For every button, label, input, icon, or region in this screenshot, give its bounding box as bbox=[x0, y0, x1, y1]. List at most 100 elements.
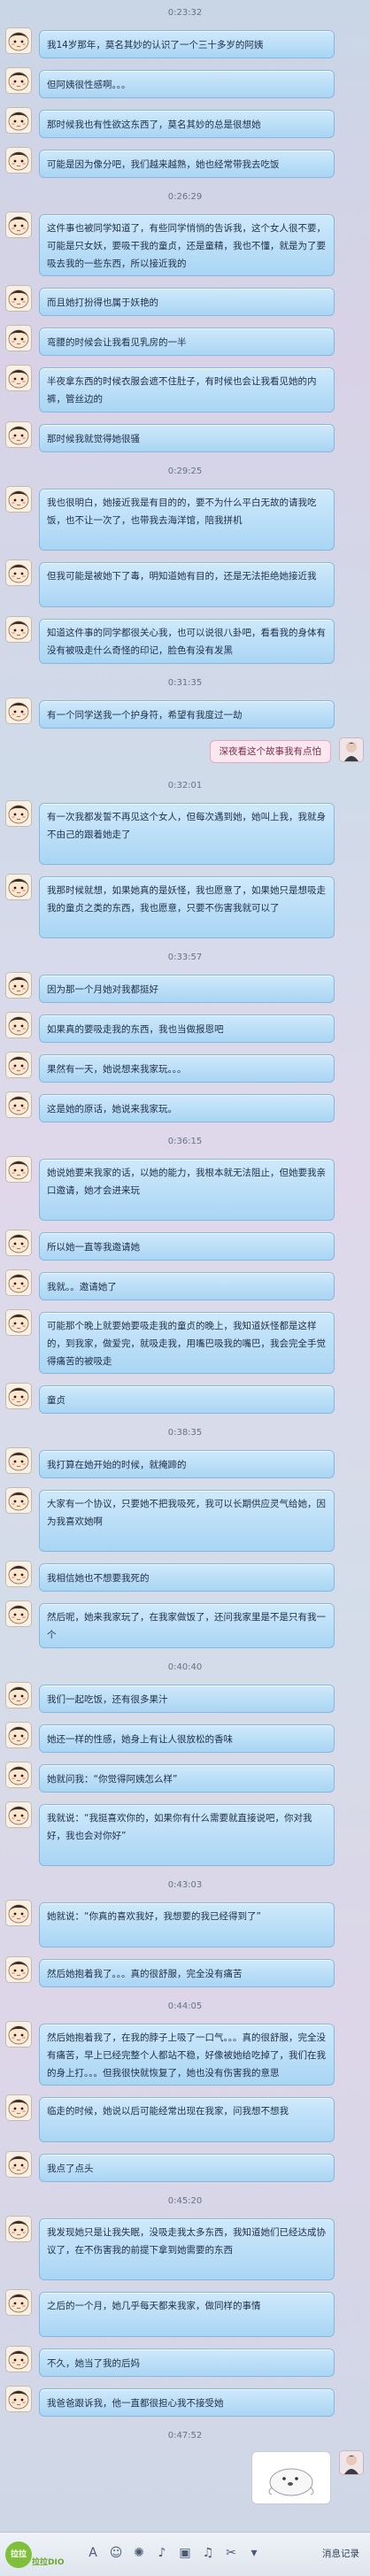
message-row: 半夜拿东西的时候衣服会遮不住肚子，有时候也会让我看见她的内裤，管丝边的 bbox=[0, 366, 370, 416]
message-row: 我也很明白，她接近我是有目的的，要不为什么平白无故的请我吃饭，也不让一次了，也带… bbox=[0, 487, 370, 554]
sender-avatar[interactable] bbox=[6, 1562, 31, 1586]
message-bubble: 可能那个晚上就要她要吸走我的童贞的晚上，我知道妖怪都是这样的，到我家，做爱完，就… bbox=[39, 1312, 335, 1374]
message-bubble: 然后她抱着我了。。。真的很舒服，完全没有痛苦 bbox=[39, 1959, 335, 1987]
message-bubble: 然后呢，她来我家玩了，在我家做饭了，还问我家里是不是只有我一个 bbox=[39, 1603, 335, 1648]
sender-avatar[interactable] bbox=[6, 28, 31, 53]
timestamp: 0:36:15 bbox=[167, 1137, 203, 1146]
sender-avatar[interactable] bbox=[6, 2152, 31, 2177]
sender-avatar[interactable] bbox=[6, 1053, 31, 1077]
sender-avatar[interactable] bbox=[6, 801, 31, 826]
message-bubble: 我就说：“我挺喜欢你的，如果你有什么需要就直接说吧，你对我好，我也会对你好” bbox=[39, 1804, 335, 1866]
sender-avatar[interactable] bbox=[6, 1230, 31, 1255]
sender-avatar[interactable] bbox=[6, 1157, 31, 1182]
sender-avatar[interactable] bbox=[6, 1310, 31, 1335]
message-row: 临走的时候，她说以后可能经常出现在我家，问我想不想我 bbox=[0, 2095, 370, 2146]
my-sticker-row bbox=[0, 2451, 370, 2514]
message-row: 我打算在她开始的时候，就掩蹄的 bbox=[0, 1448, 370, 1482]
sender-avatar[interactable] bbox=[6, 1384, 31, 1408]
sender-avatar[interactable] bbox=[6, 2347, 31, 2372]
sender-avatar[interactable] bbox=[6, 2022, 31, 2047]
dropdown-icon[interactable]: ▾ bbox=[246, 2545, 262, 2561]
sender-avatar[interactable] bbox=[6, 1013, 31, 1037]
timestamp: 0:45:20 bbox=[167, 2196, 203, 2206]
sender-avatar[interactable] bbox=[6, 1683, 31, 1708]
timestamp: 0:40:40 bbox=[167, 1662, 203, 1672]
sender-avatar[interactable] bbox=[6, 68, 31, 93]
sender-avatar[interactable] bbox=[6, 286, 31, 311]
message-row: 我就。。邀请她了 bbox=[0, 1270, 370, 1304]
voice-icon[interactable]: ♪ bbox=[154, 2545, 170, 2561]
timestamp: 0:44:05 bbox=[167, 2001, 203, 2011]
message-row: 有一个同学送我一个护身符，希望有我度过一劫 bbox=[0, 698, 370, 732]
message-row: 我们一起吃饭，还有很多果汁 bbox=[0, 1683, 370, 1716]
message-bubble: 我们一起吃饭，还有很多果汁 bbox=[39, 1685, 335, 1713]
message-bubble: 有一个同学送我一个护身符，希望有我度过一劫 bbox=[39, 700, 335, 729]
sender-avatar[interactable] bbox=[6, 1488, 31, 1513]
message-row: 如果真的要吸走我的东西，我也当做报恩吧 bbox=[0, 1013, 370, 1046]
message-bubble: 这是她的原话，她说来我家玩。 bbox=[39, 1094, 335, 1122]
emoji-icon[interactable]: ☺ bbox=[108, 2545, 124, 2561]
sender-avatar[interactable] bbox=[6, 422, 31, 447]
message-bubble: 那时候我也有性欲这东西了，莫名其妙的总是很想她 bbox=[39, 110, 335, 138]
message-bubble: 大家有一个协议，只要她不把我吸死，我可以长期供应灵气给她，因为我喜欢她啊 bbox=[39, 1490, 335, 1552]
my-avatar[interactable] bbox=[340, 2451, 363, 2474]
font-icon[interactable]: A bbox=[85, 2545, 101, 2561]
sender-avatar[interactable] bbox=[6, 1802, 31, 1827]
message-bubble: 我发现她只是让我失眠，没吸走我太多东西，我知道她们已经达成协议了，在不伤害我的前… bbox=[39, 2218, 335, 2280]
sender-avatar[interactable] bbox=[6, 2387, 31, 2411]
sender-avatar[interactable] bbox=[6, 326, 31, 351]
message-bubble: 她说她要来我家的话，以她的能力，我根本就无法阻止，但她要我亲口邀请，她才会进来玩 bbox=[39, 1159, 335, 1221]
sender-avatar[interactable] bbox=[6, 1762, 31, 1787]
sender-avatar[interactable] bbox=[6, 617, 31, 642]
sender-avatar[interactable] bbox=[6, 366, 31, 390]
chat-history: 0:23:32 我14岁那年，莫名其妙的认识了一个三十多岁的阿姨 但阿姨很性感啊。。… bbox=[0, 0, 370, 2532]
message-bubble: 我那时候就想，如果她真的是妖怪，我也愿意了，如果她只是想吸走我的童贞之类的东西，… bbox=[39, 876, 335, 938]
shake-icon[interactable]: ✺ bbox=[131, 2545, 147, 2561]
message-bubble: 我点了点头 bbox=[39, 2154, 335, 2182]
sender-avatar[interactable] bbox=[6, 698, 31, 723]
image-icon[interactable]: ▣ bbox=[177, 2545, 193, 2561]
music-icon[interactable]: ♫ bbox=[200, 2545, 216, 2561]
message-row: 弯腰的时候会让我看见乳房的一半 bbox=[0, 326, 370, 359]
message-bubble: 她就问我：“你觉得阿姨怎么样” bbox=[39, 1764, 335, 1793]
sender-avatar[interactable] bbox=[6, 1270, 31, 1295]
message-bubble: 半夜拿东西的时候衣服会遮不住肚子，有时候也会让我看见她的内裤，管丝边的 bbox=[39, 367, 335, 413]
message-bubble: 我相信她也不想要我死的 bbox=[39, 1563, 335, 1592]
message-row: 但阿姨很性感啊。。。 bbox=[0, 68, 370, 102]
message-row: 大家有一个协议，只要她不把我吸死，我可以长期供应灵气给她，因为我喜欢她啊 bbox=[0, 1488, 370, 1555]
sender-avatar[interactable] bbox=[6, 973, 31, 998]
message-row: 这件事也被同学知道了，有些同学悄悄的告诉我，这个女人很不要，可能是只女妖，要吸干… bbox=[0, 212, 370, 280]
sender-avatar[interactable] bbox=[6, 2290, 31, 2315]
sender-avatar[interactable] bbox=[6, 108, 31, 133]
scissors-icon[interactable]: ✂ bbox=[223, 2545, 239, 2561]
sender-avatar[interactable] bbox=[6, 560, 31, 585]
message-history-button[interactable]: 消息记录 bbox=[319, 2546, 363, 2562]
message-row: 可能是因为像分吧，我们越来越熟，她也经常带我去吃饭 bbox=[0, 148, 370, 181]
sender-avatar[interactable] bbox=[6, 148, 31, 173]
message-bubble: 这件事也被同学知道了，有些同学悄悄的告诉我，这个女人很不要，可能是只女妖，要吸干… bbox=[39, 214, 335, 276]
message-bubble: 我爸爸跟诉我，他一直都很担心我不接受她 bbox=[39, 2388, 335, 2417]
message-row: 她还一样的性感，她身上有让人很放松的香味 bbox=[0, 1723, 370, 1756]
message-bubble: 我14岁那年，莫名其妙的认识了一个三十多岁的阿姨 bbox=[39, 30, 335, 58]
message-bubble: 因为那一个月她对我都挺好 bbox=[39, 975, 335, 1003]
sender-avatar[interactable] bbox=[6, 1723, 31, 1747]
sender-avatar[interactable] bbox=[6, 1601, 31, 1626]
message-row: 可能那个晚上就要她要吸走我的童贞的晚上，我知道妖怪都是这样的，到我家，做爱完，就… bbox=[0, 1310, 370, 1377]
message-bubble: 童贞 bbox=[39, 1385, 335, 1414]
sender-avatar[interactable] bbox=[6, 875, 31, 899]
sender-avatar[interactable] bbox=[6, 1092, 31, 1117]
sender-avatar[interactable] bbox=[6, 2217, 31, 2241]
sender-avatar[interactable] bbox=[6, 1901, 31, 1925]
message-bubble: 我也很明白，她接近我是有目的的，要不为什么平白无故的请我吃饭，也不让一次了，也带… bbox=[39, 489, 335, 551]
message-bubble: 有一次我都发誓不再见这个女人，但每次遇到她，她叫上我，我就身不由己的跟着她走了 bbox=[39, 803, 335, 865]
my-avatar[interactable] bbox=[340, 738, 363, 761]
brand-name: 拉拉DIO bbox=[32, 2558, 65, 2567]
sender-avatar[interactable] bbox=[6, 212, 31, 237]
sender-avatar[interactable] bbox=[6, 2095, 31, 2120]
sender-avatar[interactable] bbox=[6, 487, 31, 512]
message-row: 然后她抱着我了。。。真的很舒服，完全没有痛苦 bbox=[0, 1957, 370, 1991]
sender-avatar[interactable] bbox=[6, 1448, 31, 1473]
message-row: 她就说：“你真的喜欢我好，我想要的我已经得到了” bbox=[0, 1901, 370, 1951]
sender-avatar[interactable] bbox=[6, 1957, 31, 1982]
message-row: 果然有一天，她说想来我家玩。。。 bbox=[0, 1053, 370, 1086]
